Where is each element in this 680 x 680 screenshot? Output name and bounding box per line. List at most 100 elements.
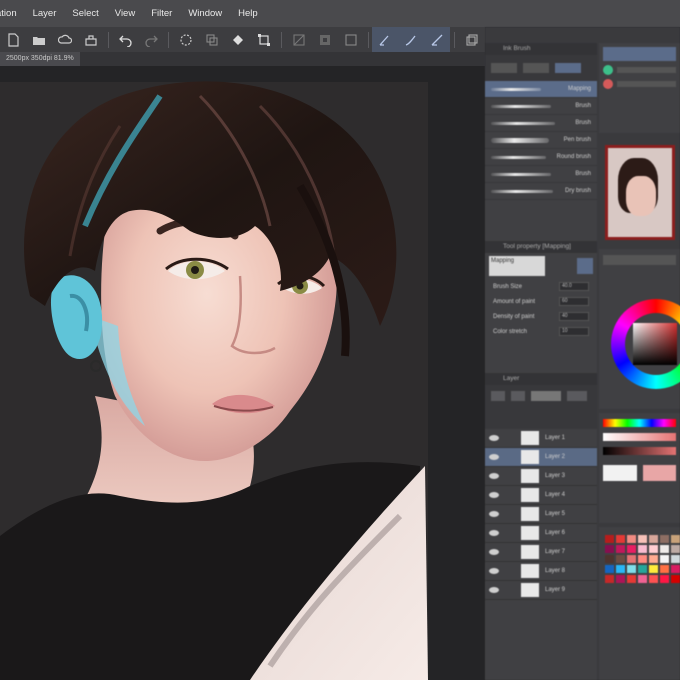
sub-tool-tab[interactable] [523,63,549,73]
navigator-slider[interactable] [617,81,676,87]
palette-swatch[interactable] [671,565,680,573]
menu-layer[interactable]: Layer [33,8,57,19]
brush-item[interactable]: Brush [485,115,597,132]
palette-swatch[interactable] [616,555,625,563]
saturation-slider[interactable] [603,433,676,441]
saturation-square[interactable] [633,323,677,365]
eye-icon[interactable] [489,549,499,555]
menu-view[interactable]: View [115,8,135,19]
amount-paint-value[interactable]: 60 [559,297,589,306]
palette-swatch[interactable] [649,555,658,563]
eye-icon[interactable] [489,473,499,479]
preset-settings-button[interactable] [577,258,593,274]
export-button[interactable] [78,27,104,52]
undo-button[interactable] [113,27,139,52]
deselect-button[interactable] [286,27,312,52]
palette-swatch[interactable] [671,545,680,553]
new-file-button[interactable] [0,27,26,52]
palette-swatch[interactable] [616,545,625,553]
palette-swatch[interactable] [671,555,680,563]
brush-item[interactable]: Brush [485,98,597,115]
main-color-swatch[interactable] [603,465,637,481]
palette-swatch[interactable] [605,575,614,583]
palette-swatch[interactable] [671,575,680,583]
layer-row[interactable]: Layer 1 [485,429,597,448]
palette-swatch[interactable] [638,545,647,553]
menu-help[interactable]: Help [238,8,258,19]
menu-animation[interactable]: ation [0,8,17,19]
layer-row[interactable]: Layer 8 [485,562,597,581]
window-layout-button[interactable] [459,27,485,52]
palette-swatch[interactable] [616,575,625,583]
preset-preview[interactable]: Mapping [489,256,545,276]
layer-row-selected[interactable]: Layer 2 [485,448,597,467]
palette-swatch[interactable] [660,555,669,563]
hue-slider[interactable] [603,419,676,427]
palette-swatch[interactable] [605,555,614,563]
loading-button[interactable] [173,27,199,52]
eye-icon[interactable] [489,568,499,574]
snap-button[interactable] [424,27,451,52]
eye-icon[interactable] [489,492,499,498]
palette-swatch[interactable] [605,565,614,573]
layer-tool-button[interactable] [511,391,525,401]
sub-tool-tab-active[interactable] [555,63,581,73]
palette-swatch[interactable] [649,535,658,543]
blend-mode-select[interactable] [531,391,561,401]
menu-filter[interactable]: Filter [151,8,172,19]
brush-item[interactable]: Brush [485,166,597,183]
navigator-preview[interactable] [605,145,675,240]
palette-swatch[interactable] [638,575,647,583]
palette-swatch[interactable] [671,535,680,543]
brush-item[interactable]: Round brush [485,149,597,166]
palette-swatch[interactable] [649,565,658,573]
palette-swatch[interactable] [660,545,669,553]
canvas-area[interactable] [0,66,485,680]
palette-swatch[interactable] [660,575,669,583]
palette-swatch[interactable] [649,545,658,553]
palette-swatch[interactable] [638,535,647,543]
layer-row[interactable]: Layer 7 [485,543,597,562]
eye-icon[interactable] [489,454,499,460]
eye-icon[interactable] [489,587,499,593]
open-button[interactable] [26,27,52,52]
brush-item[interactable]: Mapping [485,81,597,98]
palette-swatch[interactable] [649,575,658,583]
palette-swatch[interactable] [605,545,614,553]
layer-row[interactable]: Layer 3 [485,467,597,486]
save-button[interactable] [52,27,78,52]
layer-row[interactable]: Layer 6 [485,524,597,543]
color-stretch-value[interactable]: 10 [559,327,589,336]
canvas-tab[interactable]: 2500px 350dpi 81.9% [0,52,80,66]
palette-swatch[interactable] [638,565,647,573]
palette-swatch[interactable] [660,535,669,543]
sub-color-swatch[interactable] [642,465,676,481]
eye-icon[interactable] [489,511,499,517]
palette-swatch[interactable] [605,535,614,543]
layer-row[interactable]: Layer 5 [485,505,597,524]
brush-item[interactable]: Pen brush [485,132,597,149]
palette-swatch[interactable] [616,535,625,543]
opacity-field[interactable] [567,391,587,401]
palette-swatch[interactable] [660,565,669,573]
layer-tool-button[interactable] [491,391,505,401]
pen-pressure-button[interactable] [398,27,425,52]
palette-swatch[interactable] [638,555,647,563]
stabilizer-button[interactable] [372,27,399,52]
selection-border-button[interactable] [338,27,364,52]
navigator-slider[interactable] [617,67,676,73]
palette-swatch[interactable] [616,565,625,573]
palette-swatch[interactable] [627,575,636,583]
invert-selection-button[interactable] [312,27,338,52]
palette-swatch[interactable] [627,565,636,573]
brush-item[interactable]: Dry brush [485,183,597,200]
redo-button[interactable] [138,27,164,52]
brush-size-value[interactable]: 40.0 [559,282,589,291]
eye-icon[interactable] [489,530,499,536]
menu-window[interactable]: Window [188,8,222,19]
density-paint-value[interactable]: 40 [559,312,589,321]
color-wheel[interactable] [611,299,680,389]
navigator-tab[interactable] [603,47,676,61]
layer-row[interactable]: Layer 9 [485,581,597,600]
menu-select[interactable]: Select [72,8,98,19]
